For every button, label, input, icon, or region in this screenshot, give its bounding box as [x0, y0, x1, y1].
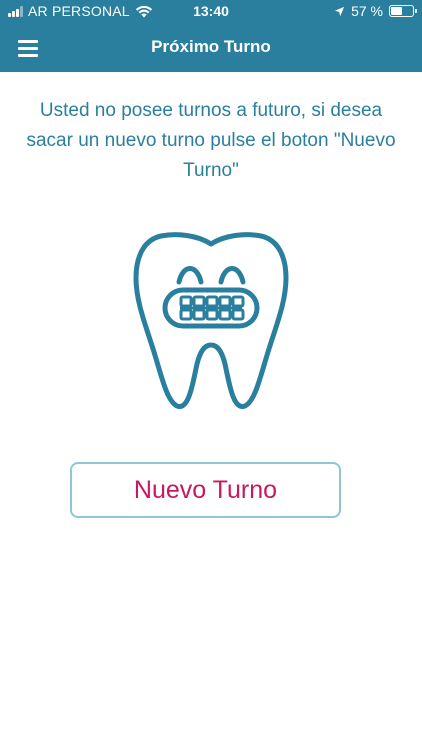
battery-percentage: 57 % — [351, 3, 383, 19]
new-appointment-button[interactable]: Nuevo Turno — [70, 462, 341, 518]
status-right: 57 % — [334, 3, 417, 19]
tooth-with-braces-icon — [133, 232, 289, 409]
status-bar: AR PERSONAL 13:40 57 % — [0, 0, 422, 24]
page-title: Próximo Turno — [151, 37, 271, 56]
app-header: AR PERSONAL 13:40 57 % Próximo Turno — [0, 0, 422, 72]
battery-fill — [391, 7, 402, 15]
location-arrow-icon — [334, 6, 345, 16]
nav-bar: Próximo Turno — [0, 24, 422, 72]
battery-icon — [389, 5, 417, 17]
no-appointments-message: Usted no posee turnos a futuro, si desea… — [26, 100, 396, 181]
